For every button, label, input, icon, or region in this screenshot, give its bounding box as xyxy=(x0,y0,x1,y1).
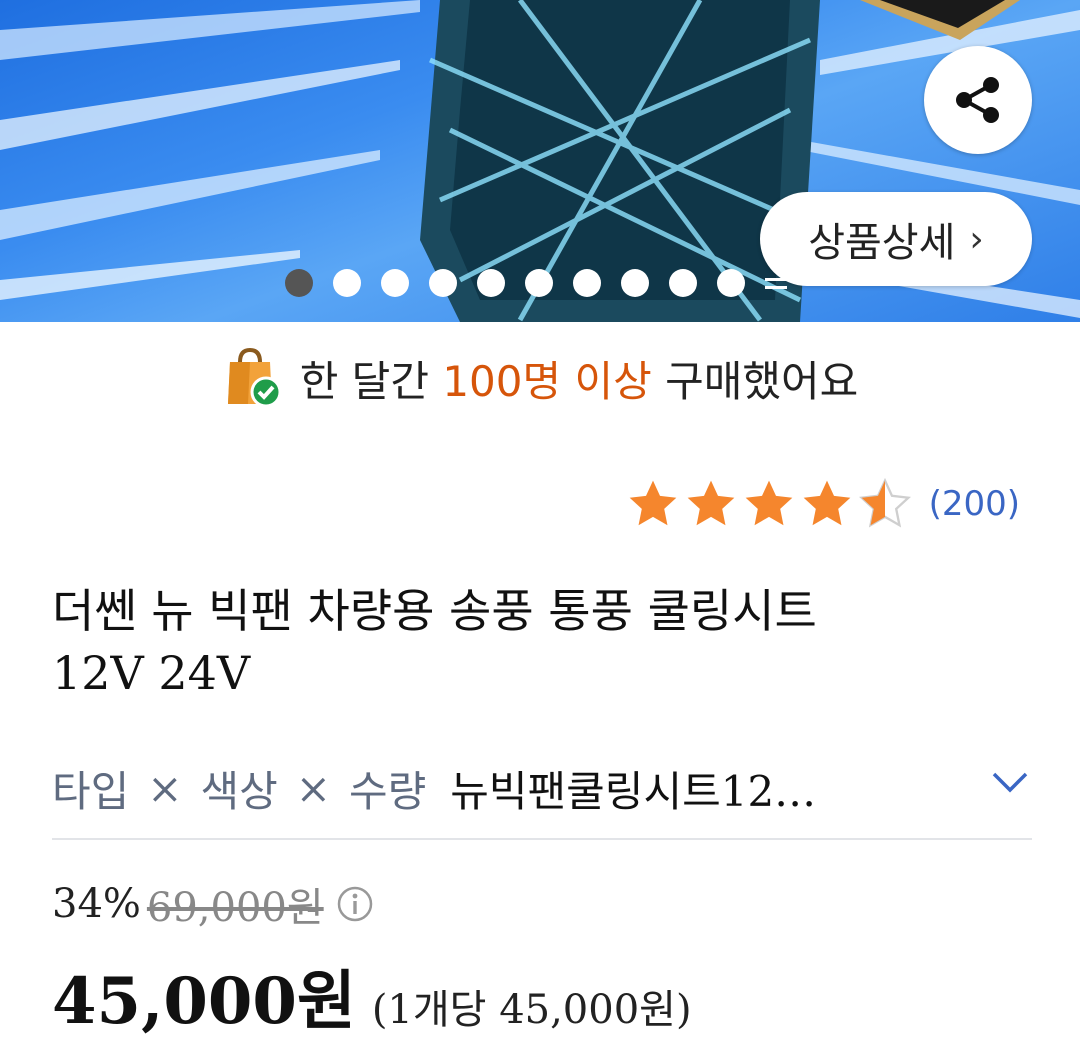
original-price: 69,000원 xyxy=(146,885,324,931)
carousel-dot[interactable] xyxy=(429,269,457,297)
info-icon[interactable] xyxy=(336,885,374,923)
rating[interactable]: (200) xyxy=(625,476,1020,532)
product-detail-label: 상품상세 xyxy=(808,220,956,266)
product-title-line2: 12V 24V xyxy=(52,646,251,700)
banner-highlight: 100명 이상 xyxy=(442,356,652,406)
share-icon xyxy=(956,77,999,123)
review-count-link[interactable]: (200) xyxy=(929,484,1020,524)
product-detail-button[interactable]: 상품상세 › xyxy=(760,192,1032,286)
product-title: 더쎈 뉴 빅팬 차량용 송풍 통풍 쿨링시트 12V 24V xyxy=(52,580,1032,704)
option-quantity-label: 수량 xyxy=(348,766,427,816)
option-type-label: 타입 xyxy=(52,766,130,816)
discount-rate: 34% xyxy=(52,881,141,927)
star-half-icon xyxy=(858,477,911,528)
carousel-dot[interactable] xyxy=(717,269,745,297)
shopping-bag-check-icon xyxy=(222,346,282,410)
selected-option-value: 뉴빅팬쿨링시트12… xyxy=(450,766,817,816)
divider xyxy=(52,838,1032,840)
share-button[interactable] xyxy=(924,46,1032,154)
star-full-icon xyxy=(745,480,792,526)
star-full-icon xyxy=(687,480,734,526)
option-separator: × xyxy=(295,763,331,813)
star-full-icon xyxy=(629,480,676,526)
purchase-count-banner: 한 달간 100명 이상 구매했어요 xyxy=(0,322,1080,434)
option-selector[interactable]: 타입 × 색상 × 수량 뉴빅팬쿨링시트12… xyxy=(52,750,1032,826)
option-separator: × xyxy=(147,763,183,813)
chevron-down-icon[interactable] xyxy=(988,760,1032,804)
carousel-dot[interactable] xyxy=(621,269,649,297)
discount-row: 34% 69,000원 xyxy=(52,874,374,934)
carousel-dot[interactable] xyxy=(525,269,553,297)
current-price: 45,000원 xyxy=(52,964,356,1039)
carousel-dot[interactable] xyxy=(669,269,697,297)
carousel-dot[interactable] xyxy=(285,269,313,297)
carousel-dot[interactable] xyxy=(333,269,361,297)
carousel-more-icon xyxy=(765,272,787,294)
price-row: 45,000원 (1개당 45,000원) xyxy=(52,950,692,1039)
carousel-dot[interactable] xyxy=(477,269,505,297)
option-color-label: 색상 xyxy=(200,766,278,816)
product-title-line1: 더쎈 뉴 빅팬 차량용 송풍 통풍 쿨링시트 xyxy=(52,584,817,638)
carousel-indicator xyxy=(285,268,787,298)
unit-price: (1개당 45,000원) xyxy=(371,987,692,1033)
carousel-dot[interactable] xyxy=(573,269,601,297)
star-full-icon xyxy=(803,480,850,526)
chevron-right-icon: › xyxy=(969,218,984,260)
banner-text-prefix: 한 달간 xyxy=(299,356,443,406)
product-image-carousel[interactable]: 상품상세 › xyxy=(0,0,1080,322)
banner-text-suffix: 구매했어요 xyxy=(651,356,859,406)
carousel-dot[interactable] xyxy=(381,269,409,297)
